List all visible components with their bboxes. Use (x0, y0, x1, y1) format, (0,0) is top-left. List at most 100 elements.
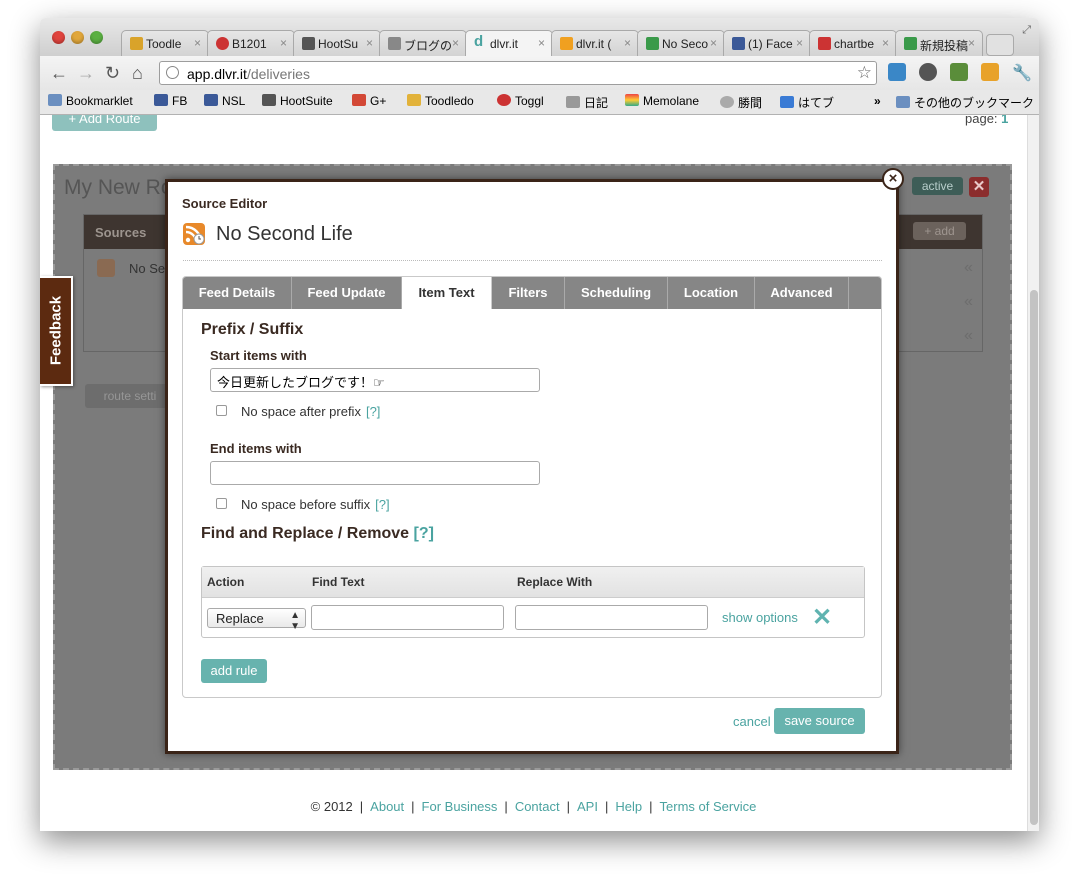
tab-close-icon[interactable]: × (280, 36, 287, 50)
tab-scheduling[interactable]: Scheduling (565, 277, 668, 309)
route-title[interactable]: My New Ro (64, 176, 173, 200)
delete-route-button[interactable]: ✕ (969, 177, 989, 197)
browser-tab[interactable]: 新規投稿 × (895, 30, 983, 56)
action-select[interactable]: Replace ▲ ▼ (207, 608, 306, 632)
tab-feed-update[interactable]: Feed Update (292, 277, 402, 309)
bookmark-item[interactable]: Memolane (625, 94, 699, 108)
help-link[interactable]: [?] (414, 525, 434, 542)
tab-item-text[interactable]: Item Text (402, 277, 492, 309)
no-space-prefix-checkbox[interactable] (216, 405, 227, 416)
bookmark-item[interactable]: 勝間 (720, 94, 762, 111)
zoom-window-button[interactable] (90, 31, 103, 44)
no-space-suffix-label: No space before suffix [?] (241, 497, 390, 512)
bookmark-item[interactable]: Toggl (497, 94, 544, 108)
scrollbar-thumb[interactable] (1030, 290, 1038, 825)
tab-close-icon[interactable]: × (452, 36, 459, 50)
evernote-icon[interactable] (950, 63, 968, 81)
rules-header: Action Find Text Replace With (202, 567, 864, 598)
reload-icon[interactable]: ↻ (105, 63, 120, 84)
new-tab-button[interactable] (986, 34, 1014, 56)
home-icon[interactable]: ⌂ (132, 63, 143, 84)
bookmark-item[interactable]: G+ (352, 94, 386, 108)
globe-icon (720, 96, 734, 108)
tab-close-icon[interactable]: × (882, 36, 889, 50)
add-rule-button[interactable]: add rule (201, 659, 267, 683)
save-source-button[interactable]: save source (774, 708, 865, 734)
browser-tab[interactable]: ブログの × (379, 30, 467, 56)
pagination: page: 1 (965, 115, 1008, 126)
source-row-label[interactable]: No Se (129, 261, 165, 276)
cancel-link[interactable]: cancel (733, 714, 771, 729)
wrench-icon[interactable]: 🔧 (1012, 63, 1032, 83)
chevron-left-icon[interactable]: « (964, 293, 973, 311)
browser-tab[interactable]: dlvr.it ( × (551, 30, 639, 56)
tab-location[interactable]: Location (668, 277, 755, 309)
add-route-button[interactable]: + Add Route (52, 115, 157, 131)
chevron-left-icon[interactable]: « (964, 259, 973, 277)
bookmark-item[interactable]: NSL (204, 94, 245, 108)
bookmark-star-icon[interactable]: ☆ (857, 63, 872, 83)
tab-close-icon[interactable]: × (710, 36, 717, 50)
no-space-suffix-checkbox[interactable] (216, 498, 227, 509)
bookmark-item[interactable]: Bookmarklet (48, 94, 133, 108)
footer-link-terms[interactable]: Terms of Service (660, 799, 757, 814)
browser-tab[interactable]: B1201 × (207, 30, 295, 56)
bookmark-item[interactable]: Toodledo (407, 94, 474, 108)
close-window-button[interactable] (52, 31, 65, 44)
footer-link-help[interactable]: Help (615, 799, 642, 814)
browser-tab[interactable]: Toodle × (121, 30, 209, 56)
close-modal-icon[interactable]: × (882, 168, 904, 190)
extension-icon[interactable] (888, 63, 906, 81)
extension-orange-icon[interactable] (981, 63, 999, 81)
replace-with-input[interactable] (515, 605, 708, 630)
forward-icon[interactable]: → (77, 63, 95, 84)
browser-tab[interactable]: chartbe × (809, 30, 897, 56)
tab-feed-details[interactable]: Feed Details (183, 277, 292, 309)
footer-link-business[interactable]: For Business (422, 799, 498, 814)
browser-tab[interactable]: (1) Face × (723, 30, 811, 56)
footer-link-about[interactable]: About (370, 799, 404, 814)
route-status-badge[interactable]: active (912, 177, 963, 195)
fullscreen-icon[interactable]: ⤢ (1022, 24, 1031, 37)
address-bar[interactable]: app.dlvr.it/deliveries ☆ (159, 61, 877, 85)
modal-title: No Second Life (216, 223, 353, 245)
show-options-link[interactable]: show options (722, 610, 798, 625)
tab-close-icon[interactable]: × (968, 36, 975, 50)
page-number-link[interactable]: 1 (1001, 115, 1008, 126)
browser-tab[interactable]: HootSu × (293, 30, 381, 56)
footer-link-contact[interactable]: Contact (515, 799, 560, 814)
start-items-input[interactable]: 今日更新したブログです！☞ (210, 368, 540, 392)
tab-close-icon[interactable]: × (194, 36, 201, 50)
delete-rule-icon[interactable]: ✕ (812, 603, 832, 632)
end-items-input[interactable] (210, 461, 540, 485)
browser-tab[interactable]: No Seco × (637, 30, 725, 56)
footer-link-api[interactable]: API (577, 799, 598, 814)
find-text-input[interactable] (311, 605, 504, 630)
tab-close-icon[interactable]: × (796, 36, 803, 50)
globe-extension-icon[interactable] (919, 63, 937, 81)
scrollbar[interactable] (1027, 115, 1039, 831)
bookmark-item[interactable]: 日記 (566, 94, 608, 111)
help-link[interactable]: [?] (375, 497, 389, 512)
tab-close-icon[interactable]: × (538, 36, 545, 50)
bookmarks-overflow-button[interactable]: » (874, 94, 881, 108)
page-info-icon[interactable] (166, 66, 179, 79)
tab-close-icon[interactable]: × (624, 36, 631, 50)
help-link[interactable]: [?] (366, 404, 380, 419)
url-text[interactable]: app.dlvr.it/deliveries (187, 66, 310, 82)
feedback-tab[interactable]: Feedback (40, 276, 73, 386)
chevron-left-icon[interactable]: « (964, 327, 973, 345)
tab-close-icon[interactable]: × (366, 36, 373, 50)
back-icon[interactable]: ← (50, 63, 68, 84)
tab-advanced[interactable]: Advanced (755, 277, 849, 309)
bookmark-item[interactable]: FB (154, 94, 187, 108)
route-settings-button[interactable]: route setti (85, 384, 175, 408)
bookmark-item[interactable]: はてブ (780, 94, 834, 111)
minimize-window-button[interactable] (71, 31, 84, 44)
tab-filters[interactable]: Filters (492, 277, 565, 309)
other-bookmarks-folder[interactable]: その他のブックマーク (896, 94, 1034, 111)
add-source-button[interactable]: + add (913, 222, 966, 240)
bookmark-item[interactable]: HootSuite (262, 94, 333, 108)
hootsuite-icon (262, 94, 276, 106)
browser-tab-active[interactable]: d dlvr.it × (465, 30, 553, 56)
